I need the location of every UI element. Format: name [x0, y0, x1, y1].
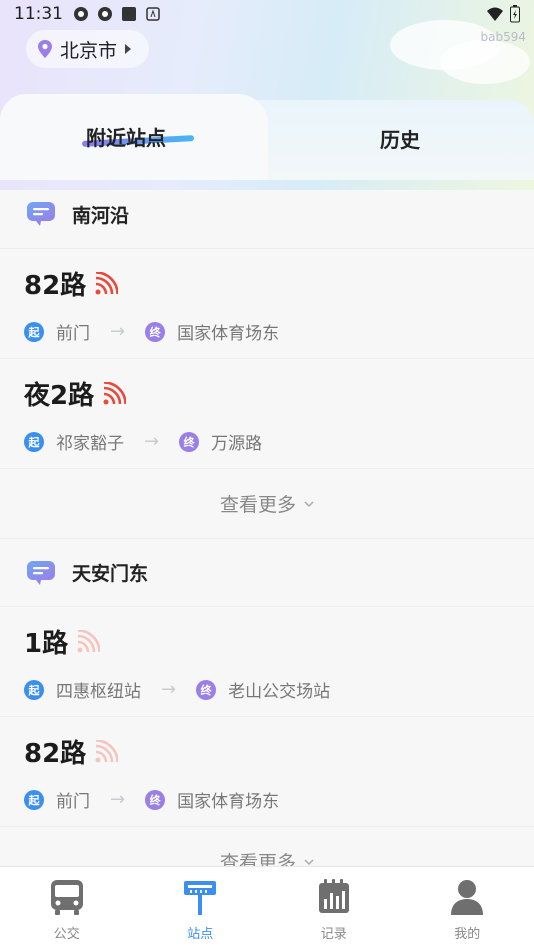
app-notification-icon	[98, 7, 112, 21]
start-badge: 起	[24, 789, 44, 810]
route-name: 82路	[24, 271, 87, 301]
chevron-down-icon	[304, 858, 314, 865]
nav-bus-label: 公交	[53, 927, 80, 942]
cloud-decoration	[440, 40, 530, 84]
arrow-right-icon: →	[110, 789, 126, 810]
route-name: 82路	[24, 739, 87, 769]
tab-nearby-label: 附近站点	[86, 126, 166, 150]
nav-profile[interactable]: 我的	[401, 867, 534, 950]
bottom-navigation: 公交 站点 记录 我的	[0, 866, 534, 950]
record-icon	[318, 879, 349, 913]
route-item[interactable]: 夜2路 起 祁家豁子 → 终 万源路	[0, 358, 534, 468]
route-name: 夜2路	[24, 381, 95, 411]
arrow-right-icon: →	[110, 321, 126, 342]
wifi-icon	[487, 7, 503, 21]
route-start-stop: 前门	[56, 324, 90, 344]
watermark-text: bab594	[480, 30, 527, 44]
route-start-stop: 四惠枢纽站	[56, 682, 141, 702]
station-name: 天安门东	[72, 563, 149, 585]
realtime-signal-icon	[77, 629, 101, 652]
tab-bar: 历史 附近站点	[0, 94, 534, 180]
route-end-stop: 国家体育场东	[177, 792, 280, 812]
route-item[interactable]: 82路 起 前门 → 终 国家体育场东	[0, 248, 534, 358]
end-badge: 终	[179, 431, 200, 452]
arrow-right-icon: →	[144, 431, 160, 452]
city-selector[interactable]: 北京市	[26, 30, 150, 68]
route-item[interactable]: 1路 起 四惠枢纽站 → 终 老山公交场站	[0, 606, 534, 716]
app-notification-icon	[74, 7, 88, 21]
user-icon	[451, 880, 484, 915]
route-end-stop: 国家体育场东	[177, 324, 280, 344]
view-more-button[interactable]: 查看更多	[0, 468, 534, 538]
station-chat-icon	[27, 202, 55, 226]
location-pin-icon	[38, 40, 52, 58]
nav-profile-label: 我的	[454, 927, 481, 942]
realtime-signal-icon	[95, 271, 119, 294]
nav-stations[interactable]: 站点	[134, 867, 268, 950]
square-notification-icon	[122, 7, 136, 21]
station-list: 南河沿 82路 起 前门 → 终 国家体育场东 夜2路 起 祁家豁子 → 终 万…	[0, 180, 534, 866]
end-badge: 终	[196, 679, 217, 700]
end-badge: 终	[145, 321, 166, 342]
nav-stations-label: 站点	[187, 927, 214, 942]
end-badge: 终	[145, 789, 166, 810]
realtime-signal-icon	[103, 381, 127, 404]
start-badge: 起	[24, 321, 44, 342]
route-start-stop: 前门	[56, 792, 90, 812]
nav-records-label: 记录	[320, 927, 347, 942]
status-time: 11:31	[14, 4, 63, 24]
route-end-stop: 万源路	[211, 434, 263, 454]
caret-right-icon	[125, 44, 132, 54]
route-item[interactable]: 82路 起 前门 → 终 国家体育场东	[0, 716, 534, 826]
tab-history[interactable]: 历史	[240, 100, 534, 180]
battery-icon	[510, 5, 520, 23]
tab-nearby-stations[interactable]: 附近站点	[0, 94, 268, 180]
realtime-signal-icon	[95, 739, 119, 762]
view-more-button[interactable]: 查看更多	[0, 826, 534, 866]
nav-bus[interactable]: 公交	[0, 867, 134, 950]
station-name: 南河沿	[72, 204, 130, 227]
view-more-label: 查看更多	[219, 852, 296, 866]
bus-icon	[50, 880, 83, 915]
route-start-stop: 祁家豁子	[56, 434, 124, 454]
tab-history-label: 历史	[380, 128, 420, 152]
start-badge: 起	[24, 431, 44, 452]
chevron-down-icon	[304, 500, 314, 507]
station-chat-icon	[27, 560, 55, 585]
nav-records[interactable]: 记录	[267, 867, 401, 950]
station-header[interactable]: 天安门东	[0, 538, 534, 606]
status-bar: 11:31	[0, 0, 534, 28]
station-header[interactable]: 南河沿	[0, 180, 534, 248]
route-name: 1路	[24, 629, 69, 659]
view-more-label: 查看更多	[219, 494, 296, 516]
keyboard-notification-icon	[146, 7, 160, 21]
bus-stop-icon	[184, 881, 217, 915]
city-name: 北京市	[60, 39, 118, 62]
arrow-right-icon: →	[161, 679, 177, 700]
route-end-stop: 老山公交场站	[228, 682, 331, 702]
start-badge: 起	[24, 679, 44, 700]
